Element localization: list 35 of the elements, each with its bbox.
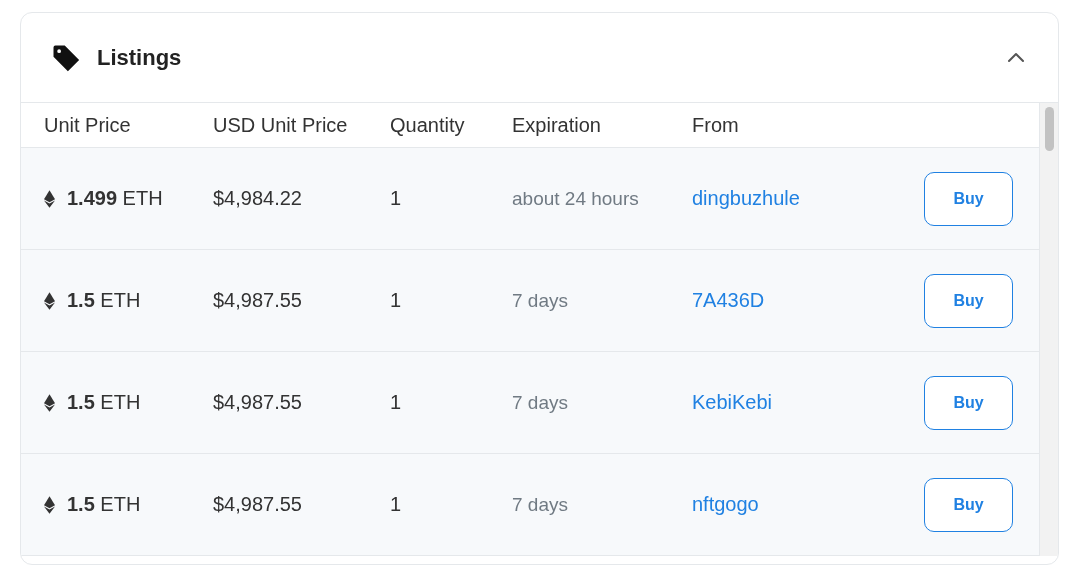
ethereum-icon	[44, 495, 55, 514]
column-header: Unit Price	[44, 113, 132, 137]
unit-price: 1.5 ETH	[67, 289, 141, 312]
expiration: 7 days	[512, 493, 568, 516]
column-header: Expiration	[512, 113, 602, 137]
column-header: USD Unit Price	[213, 113, 349, 137]
seller-link[interactable]: 7A436D	[692, 289, 765, 312]
quantity: 1	[390, 289, 402, 312]
usd-price: $4,984.22	[213, 187, 302, 210]
usd-price: $4,987.55	[213, 493, 302, 516]
ethereum-icon	[44, 393, 55, 412]
buy-button[interactable]: Buy	[924, 273, 1013, 328]
ethereum-icon	[44, 189, 55, 208]
quantity: 1	[390, 187, 402, 210]
ethereum-icon	[44, 291, 55, 310]
unit-price: 1.5 ETH	[67, 493, 141, 516]
quantity: 1	[390, 391, 402, 414]
buy-button[interactable]: Buy	[924, 375, 1013, 430]
buy-button[interactable]: Buy	[924, 477, 1013, 532]
expiration: about 24 hours	[512, 187, 639, 210]
seller-link[interactable]: KebiKebi	[692, 391, 773, 414]
panel-title: Listings	[97, 44, 183, 71]
quantity: 1	[390, 493, 402, 516]
unit-price: 1.5 ETH	[67, 391, 141, 414]
expiration: 7 days	[512, 289, 568, 312]
usd-price: $4,987.55	[213, 391, 302, 414]
column-header: Quantity	[390, 113, 466, 137]
seller-link[interactable]: dingbuzhule	[692, 187, 800, 210]
expiration: 7 days	[512, 391, 568, 414]
buy-button[interactable]: Buy	[924, 171, 1013, 226]
usd-price: $4,987.55	[213, 289, 302, 312]
unit-price: 1.499 ETH	[67, 187, 163, 210]
column-header: From	[692, 113, 740, 137]
seller-link[interactable]: nftgogo	[692, 493, 759, 516]
scrollbar[interactable]	[1039, 103, 1058, 556]
